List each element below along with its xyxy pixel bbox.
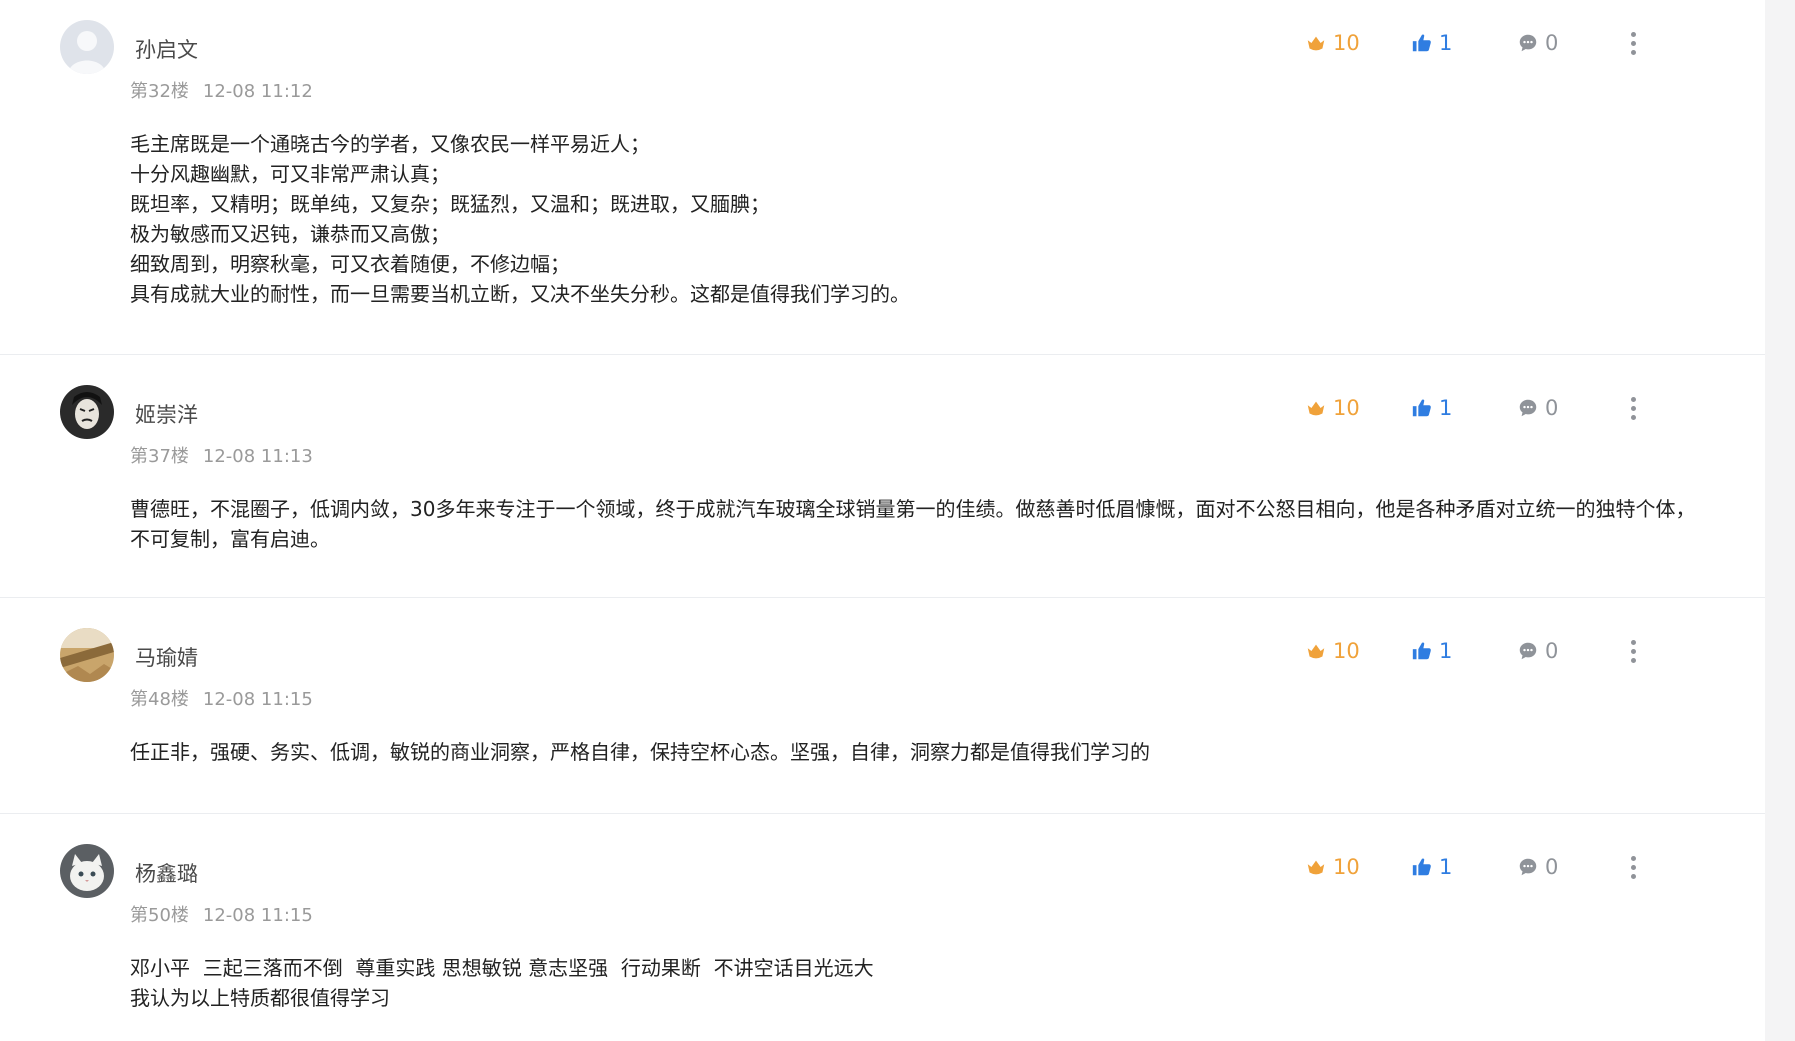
comment-meta: 第37楼 12-08 11:13 [130,442,313,468]
more-vertical-icon [1630,395,1636,422]
reply-count: 0 [1545,31,1559,55]
thumbs-up-icon [1412,399,1431,417]
flower-icon [1307,36,1325,51]
floor-number: 第50楼 [130,905,189,926]
comment-time: 12-08 11:15 [202,689,313,710]
flower-button[interactable]: 10 [1305,28,1360,58]
thumbs-up-icon [1412,34,1431,52]
avatar[interactable] [60,628,114,682]
comment-body: 毛主席既是一个通晓古今的学者，又像农民一样平易近人； 十分风趣幽默，可又非常严肃… [130,129,1705,309]
like-button[interactable]: 1 [1411,393,1452,423]
comment-body: 曹德旺，不混圈子，低调内敛，30多年来专注于一个领域，终于成就汽车玻璃全球销量第… [130,494,1710,554]
flower-button[interactable]: 10 [1305,393,1360,423]
more-vertical-icon [1630,854,1636,881]
floor-number: 第37楼 [130,446,189,467]
comment-bubble-icon [1519,642,1537,660]
like-count: 1 [1439,639,1453,663]
comment-actions: 10 1 0 [1305,28,1725,58]
reply-button[interactable]: 0 [1517,393,1558,423]
comment-meta: 第50楼 12-08 11:15 [130,901,313,927]
comment-item: 孙启文 第32楼 12-08 11:12 毛主席既是一个通晓古今的学者，又像农民一… [0,0,1765,355]
comment-time: 12-08 11:13 [202,446,313,467]
floor-number: 第48楼 [130,689,189,710]
more-vertical-icon [1630,30,1636,57]
avatar[interactable] [60,385,114,439]
comment-line: 细致周到，明察秋毫，可又衣着随便，不修边幅； [130,252,570,276]
reply-count: 0 [1545,639,1559,663]
flower-button[interactable]: 10 [1305,852,1360,882]
like-count: 1 [1439,396,1453,420]
comment-line: 任正非，强硬、务实、低调，敏锐的商业洞察，严格自律，保持空杯心态。坚强，自律，洞… [130,740,1150,764]
more-button[interactable] [1623,852,1643,882]
flower-count: 10 [1333,396,1360,420]
comment-actions: 10 1 0 [1305,852,1725,882]
username[interactable]: 孙启文 [135,34,198,64]
comment-line: 邓小平 三起三落而不倒 尊重实践 思想敏锐 意志坚强 行动果断 不讲空话目光远大 [130,956,874,980]
comment-line: 我认为以上特质都很值得学习 [130,986,390,1010]
comment-line: 十分风趣幽默，可又非常严肃认真； [130,162,450,186]
flower-icon [1307,401,1325,416]
more-button[interactable] [1623,393,1643,423]
username[interactable]: 杨鑫璐 [135,858,198,888]
comment-bubble-icon [1519,34,1537,52]
reply-button[interactable]: 0 [1517,636,1558,666]
comment-line: 既坦率，又精明；既单纯，又复杂；既猛烈，又温和；既进取，又腼腆； [130,192,770,216]
comment-line: 曹德旺，不混圈子，低调内敛，30多年来专注于一个领域，终于成就汽车玻璃全球销量第… [130,497,1696,551]
comment-meta: 第48楼 12-08 11:15 [130,685,313,711]
username[interactable]: 马瑜婧 [135,642,198,672]
more-button[interactable] [1623,28,1643,58]
thumbs-up-icon [1412,642,1431,660]
flower-icon [1307,644,1325,659]
comment-item: 姬崇洋 第37楼 12-08 11:13 曹德旺，不混圈子，低调内敛，30多年来专… [0,355,1765,598]
comment-line: 毛主席既是一个通晓古今的学者，又像农民一样平易近人； [130,132,650,156]
comment-time: 12-08 11:15 [202,905,313,926]
reply-button[interactable]: 0 [1517,28,1558,58]
more-vertical-icon [1630,638,1636,665]
like-button[interactable]: 1 [1411,852,1452,882]
avatar[interactable] [60,844,114,898]
flower-count: 10 [1333,639,1360,663]
comment-meta: 第32楼 12-08 11:12 [130,77,313,103]
flower-icon [1307,860,1325,875]
comment-time: 12-08 11:12 [202,81,313,102]
comment-actions: 10 1 0 [1305,636,1725,666]
comment-body: 任正非，强硬、务实、低调，敏锐的商业洞察，严格自律，保持空杯心态。坚强，自律，洞… [130,737,1705,767]
comment-line: 极为敏感而又迟钝，谦恭而又高傲； [130,222,450,246]
thumbs-up-icon [1412,858,1431,876]
like-button[interactable]: 1 [1411,636,1452,666]
flower-count: 10 [1333,31,1360,55]
comment-item: 杨鑫璐 第50楼 12-08 11:15 邓小平 三起三落而不倒 尊重实践 思想敏… [0,814,1765,1041]
more-button[interactable] [1623,636,1643,666]
like-count: 1 [1439,31,1453,55]
comment-body: 邓小平 三起三落而不倒 尊重实践 思想敏锐 意志坚强 行动果断 不讲空话目光远大… [130,953,1705,1013]
comment-bubble-icon [1519,399,1537,417]
flower-count: 10 [1333,855,1360,879]
avatar[interactable] [60,20,114,74]
like-count: 1 [1439,855,1453,879]
like-button[interactable]: 1 [1411,28,1452,58]
comment-item: 马瑜婧 第48楼 12-08 11:15 任正非，强硬、务实、低调，敏锐的商业洞察… [0,598,1765,814]
reply-button[interactable]: 0 [1517,852,1558,882]
floor-number: 第32楼 [130,81,189,102]
comment-line: 具有成就大业的耐性，而一旦需要当机立断，又决不坐失分秒。这都是值得我们学习的。 [130,282,910,306]
flower-button[interactable]: 10 [1305,636,1360,666]
comment-list: 孙启文 第32楼 12-08 11:12 毛主席既是一个通晓古今的学者，又像农民一… [0,0,1765,1041]
reply-count: 0 [1545,396,1559,420]
comment-actions: 10 1 0 [1305,393,1725,423]
comment-bubble-icon [1519,858,1537,876]
reply-count: 0 [1545,855,1559,879]
scrollbar-track[interactable] [1765,0,1795,1041]
username[interactable]: 姬崇洋 [135,399,198,429]
